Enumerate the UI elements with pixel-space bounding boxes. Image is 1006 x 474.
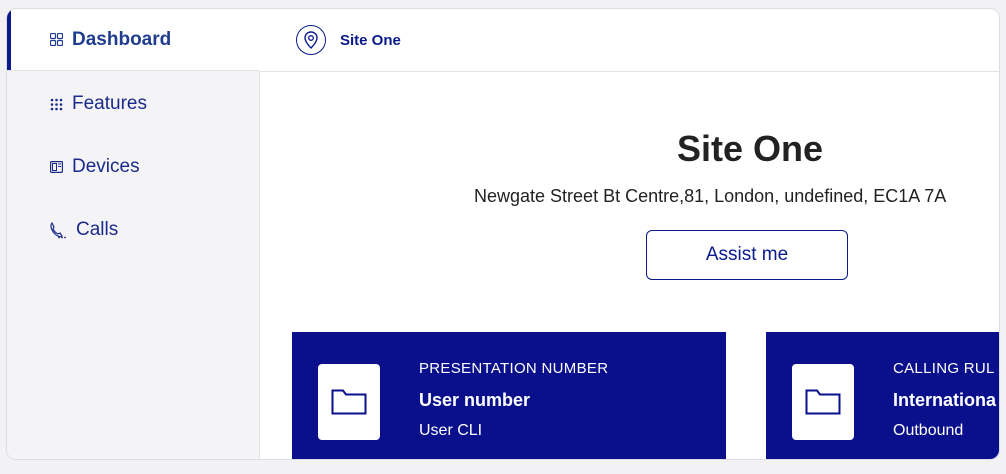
- dashboard-icon: [49, 33, 63, 47]
- assist-me-button[interactable]: Assist me: [646, 230, 848, 280]
- sidebar-item-devices[interactable]: Devices: [7, 136, 260, 198]
- sidebar-item-dashboard[interactable]: Dashboard: [7, 9, 260, 71]
- card-value: Internationa: [893, 390, 997, 410]
- card-subtext: Outbound: [893, 422, 964, 439]
- location-pin-icon: [296, 25, 326, 55]
- sidebar-item-label: Calls: [76, 219, 119, 240]
- app-window: Dashboard Features Devices Calls Site On…: [6, 8, 1000, 460]
- folder-icon: [792, 364, 854, 440]
- site-address: Newgate Street Bt Centre,81, London, und…: [474, 186, 947, 206]
- card-value: User number: [419, 390, 531, 410]
- device-icon: [49, 160, 63, 174]
- card-subtext: User CLI: [419, 422, 483, 439]
- calling-rules-card[interactable]: CALLING RUL Internationa Outbound: [766, 332, 999, 459]
- page-title: Site One: [676, 128, 824, 169]
- header-bar: Site One: [260, 9, 999, 72]
- grid-icon: [49, 97, 63, 111]
- sidebar-item-calls[interactable]: Calls: [7, 199, 260, 261]
- card-label: PRESENTATION NUMBER: [419, 360, 609, 377]
- sidebar-item-label: Features: [72, 93, 147, 114]
- sidebar-item-features[interactable]: Features: [7, 73, 260, 135]
- site-name: Site One: [340, 31, 401, 49]
- presentation-number-card[interactable]: PRESENTATION NUMBER User number User CLI: [292, 332, 726, 459]
- card-label: CALLING RUL: [893, 360, 995, 377]
- sidebar-item-label: Devices: [72, 156, 140, 177]
- phone-icon: [49, 221, 67, 239]
- main-content: Site One Newgate Street Bt Centre,81, Lo…: [260, 72, 999, 459]
- sidebar-item-label: Dashboard: [72, 28, 172, 50]
- sidebar: Dashboard Features Devices Calls: [7, 9, 260, 459]
- folder-icon: [318, 364, 380, 440]
